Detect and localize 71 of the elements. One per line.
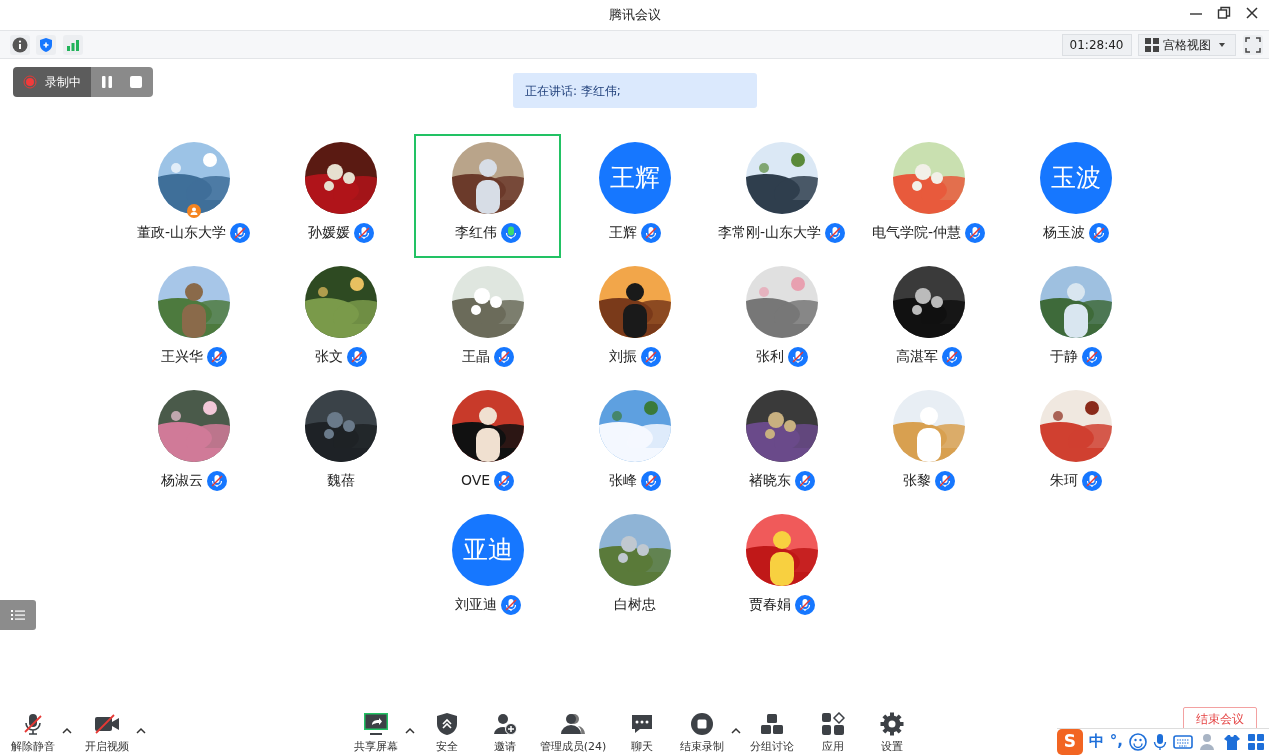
shield-icon [38,36,55,53]
view-dropdown[interactable]: 宫格视图 [1138,33,1236,56]
participant-name: 王兴华 [160,347,203,366]
grid-icon[interactable] [1247,732,1265,751]
signal-icon [64,37,81,52]
stop-icon[interactable] [129,75,143,89]
participant-name: 白树忠 [613,595,656,614]
participant-name: 张黎 [902,471,931,490]
participant-name: 张文 [314,347,343,366]
participant-name: 魏蓓 [326,471,355,490]
participant-name: 褚晓东 [748,471,791,490]
participant-name: 张峰 [608,471,637,490]
emoji-icon[interactable] [1129,732,1147,751]
keyboard-icon[interactable] [1173,733,1193,750]
participant-name: 刘亚迪 [454,595,497,614]
info-button[interactable] [9,34,30,55]
participant-name: 杨玉波 [1042,223,1085,242]
camera-off-icon [94,712,120,736]
caret-icon[interactable] [404,726,416,736]
window-title: 腾讯会议 [608,6,661,25]
participant-name: 李红伟 [454,223,497,242]
participant-name: 贾春娟 [748,595,791,614]
participant-name: 董政-山东大学 [136,223,227,242]
caret-icon[interactable] [135,726,147,736]
participant-name: OVE [460,471,491,490]
participant-name: 李常刚-山东大学 [717,223,822,242]
shield-icon [436,712,458,736]
close-icon[interactable] [1245,6,1259,20]
avatar: 亚迪 [451,514,524,586]
ime-option[interactable]: °, [1109,730,1123,753]
groups-icon [760,712,784,736]
info-icon [11,36,28,53]
pause-icon[interactable] [101,75,113,89]
participant-name: 刘振 [608,347,637,366]
add-person-icon [493,712,517,736]
meeting-timer: 01:28:40 [1061,33,1132,56]
fullscreen-icon [1244,36,1261,53]
speaker-banner: 正在讲话: 李红伟; [513,73,757,108]
apps-icon [821,712,845,736]
recording-label: 录制中 [45,74,81,91]
participant-name: 电气学院-仲慧 [871,223,962,242]
participant-name: 王晶 [461,347,490,366]
toolbar-button[interactable]: 管理成员(24) [533,712,613,756]
caret-icon[interactable] [61,726,73,736]
end-meeting-button[interactable]: 结束会议 [1183,707,1257,731]
participant-name: 王辉 [608,223,637,242]
participant-name: 朱珂 [1049,471,1078,490]
people-icon [560,712,586,736]
stop-icon [690,712,714,736]
shirt-icon[interactable] [1223,732,1241,751]
avatar: 玉波 [1039,142,1112,214]
screen-icon [363,712,389,736]
avatar: 王辉 [598,142,671,214]
ime-option[interactable]: 中 [1088,730,1104,753]
settings-icon [880,712,904,736]
participant-name: 杨淑云 [160,471,203,490]
security-button[interactable] [36,34,57,55]
participant-name: 高湛军 [895,347,938,366]
list-button[interactable] [0,600,36,630]
record-icon [23,75,37,89]
chat-icon [630,712,654,736]
participant-name: 孙媛媛 [307,223,350,242]
network-button[interactable] [62,34,83,55]
participant-name: 于静 [1049,347,1078,366]
caret-icon[interactable] [730,726,742,736]
list-icon [10,608,26,622]
participant-name: 张利 [755,347,784,366]
grid-icon [1145,37,1159,52]
mic-icon[interactable] [1153,732,1167,751]
restore-icon[interactable] [1217,6,1231,20]
fullscreen-button[interactable] [1242,34,1263,55]
